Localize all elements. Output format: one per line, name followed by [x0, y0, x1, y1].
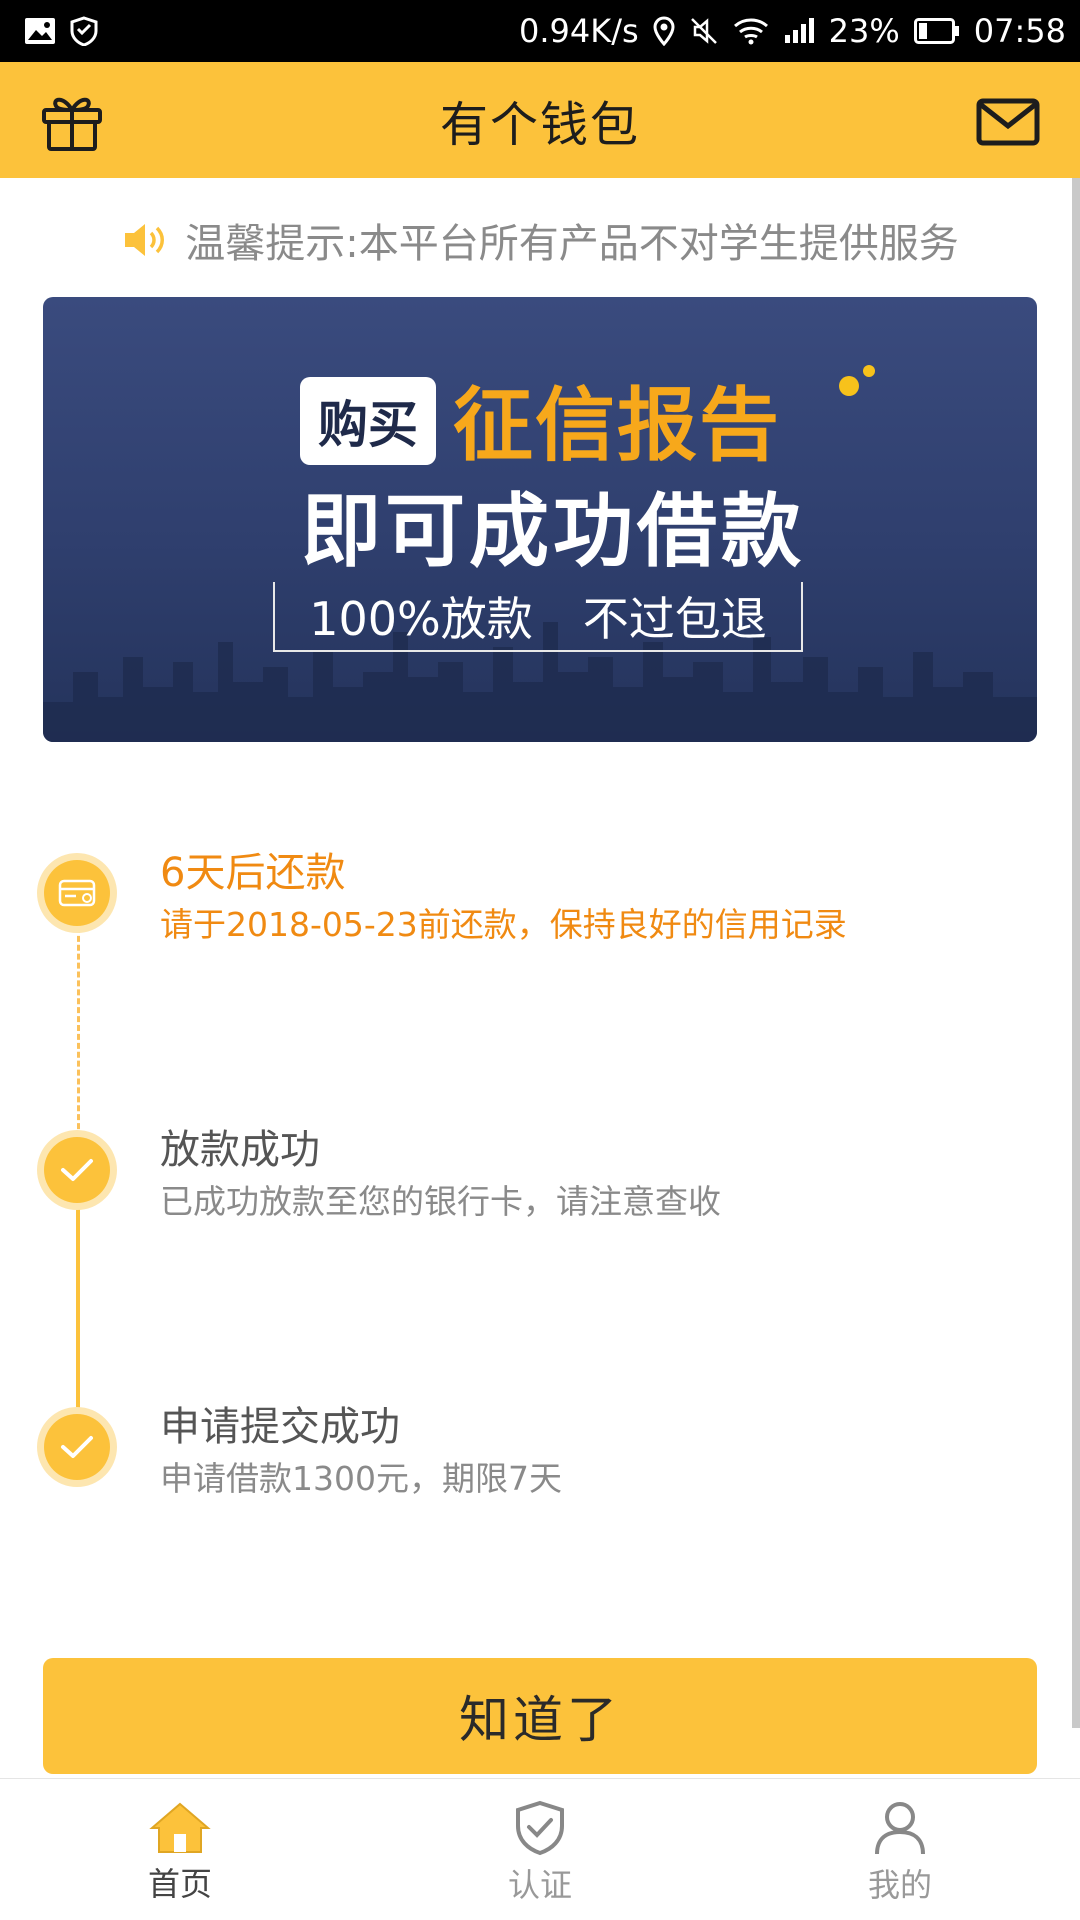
- check-icon: [44, 1414, 110, 1480]
- location-icon: [653, 16, 675, 46]
- nav-item-home[interactable]: 首页: [0, 1779, 360, 1920]
- step-desc: 请于2018-05-23前还款，保持良好的信用记录: [160, 905, 847, 944]
- gift-icon[interactable]: [40, 92, 104, 152]
- banner-promise: 100%放款 不过包退: [273, 582, 803, 652]
- timeline-dotted-line: [77, 918, 80, 1138]
- user-icon: [875, 1801, 925, 1854]
- image-notification-icon: [25, 18, 55, 44]
- promise-right: 不过包退: [582, 592, 767, 646]
- nav-item-verify[interactable]: 认证: [360, 1779, 720, 1920]
- nav-label: 认证: [507, 1865, 572, 1904]
- signal-icon: [784, 18, 814, 43]
- banner-tag: 购买: [300, 377, 436, 465]
- card-icon: [44, 860, 110, 926]
- wifi-icon: [733, 18, 768, 45]
- shield-check-icon: [516, 1800, 564, 1855]
- bottom-nav: 首页 认证 我的: [0, 1778, 1080, 1920]
- step-title: 申请提交成功: [160, 1404, 400, 1450]
- battery-icon: [913, 18, 959, 44]
- step-title: 放款成功: [160, 1127, 320, 1173]
- banner-headline-white: 即可成功借款: [301, 485, 805, 578]
- speaker-icon: [125, 224, 165, 256]
- notice-bar: 温馨提示:本平台所有产品不对学生提供服务: [0, 208, 1080, 272]
- status-bar: 0.94K/s 23% 07:58: [0, 0, 1080, 62]
- got-it-button[interactable]: 知道了: [43, 1658, 1037, 1774]
- home-icon: [149, 1802, 211, 1853]
- notice-text: 温馨提示:本平台所有产品不对学生提供服务: [185, 221, 959, 267]
- shield-notification-icon: [70, 16, 98, 46]
- mail-icon[interactable]: [976, 98, 1040, 146]
- promise-left: 100%放款: [309, 592, 533, 646]
- status-right: 0.94K/s 23% 07:58: [519, 12, 1066, 50]
- decor-dots: [839, 365, 875, 396]
- check-icon: [44, 1137, 110, 1203]
- promo-banner[interactable]: 购买 征信报告 即可成功借款 100%放款 不过包退: [43, 297, 1037, 742]
- mute-icon: [690, 18, 717, 44]
- clock: 07:58: [973, 12, 1066, 50]
- nav-label: 首页: [147, 1864, 212, 1903]
- nav-label: 我的: [867, 1865, 932, 1904]
- status-left: [24, 16, 98, 46]
- step-desc: 已成功放款至您的银行卡，请注意查收: [160, 1182, 721, 1221]
- banner-headline-orange: 征信报告: [453, 379, 781, 472]
- step-title: 6天后还款: [160, 850, 346, 896]
- battery-percent: 23%: [828, 12, 900, 50]
- timeline-solid-line: [76, 1192, 80, 1432]
- app-header: 有个钱包: [0, 62, 1080, 178]
- page-title: 有个钱包: [439, 97, 640, 153]
- step-desc: 申请借款1300元，期限7天: [160, 1459, 562, 1498]
- nav-item-mine[interactable]: 我的: [720, 1779, 1080, 1920]
- scrollbar[interactable]: [1072, 178, 1080, 1728]
- network-speed: 0.94K/s: [518, 12, 639, 50]
